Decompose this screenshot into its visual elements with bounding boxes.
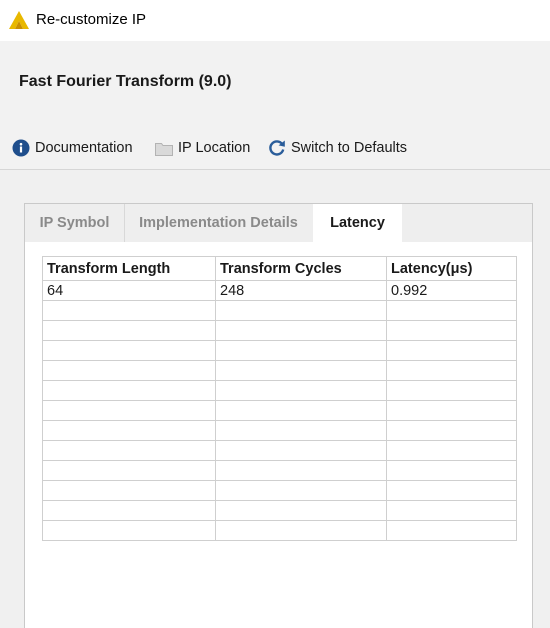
tab-implementation-details[interactable]: Implementation Details [125,204,312,242]
window-titlebar: Re-customize IP [0,0,550,41]
table-cell [215,440,387,461]
table-row[interactable] [42,460,517,481]
table-cell [215,400,387,421]
table-cell [42,480,216,501]
table-row[interactable] [42,420,517,441]
latency-table: Transform Length Transform Cycles Latenc… [42,256,517,541]
table-cell [386,500,517,521]
table-cell [386,520,517,541]
column-header-latency: Latency(μs) [386,256,517,281]
table-cell [215,340,387,361]
window-title: Re-customize IP [36,11,147,28]
table-cell [386,460,517,481]
table-cell [386,480,517,501]
table-cell [215,380,387,401]
table-header-row: Transform Length Transform Cycles Latenc… [42,256,517,281]
table-cell [386,300,517,321]
table-row[interactable] [42,440,517,461]
table-row[interactable] [42,520,517,541]
table-cell [215,460,387,481]
table-cell [215,520,387,541]
table-cell [42,300,216,321]
table-cell [42,460,216,481]
ip-location-button[interactable]: IP Location [155,137,250,159]
latency-panel: IP Symbol Implementation Details Latency… [24,203,533,628]
table-cell [42,520,216,541]
table-cell [386,320,517,341]
table-cell [215,320,387,341]
refresh-icon [269,140,285,156]
column-header-transform-length: Transform Length [42,256,216,281]
folder-icon [155,142,173,156]
table-row[interactable] [42,480,517,501]
table-cell [42,440,216,461]
table-cell [386,440,517,461]
table-cell [42,420,216,441]
content-area: IP Symbol Implementation Details Latency… [0,170,550,628]
table-row[interactable] [42,320,517,341]
table-cell [386,380,517,401]
ip-name: Fast Fourier Transform (9.0) [19,73,232,90]
table-cell [215,480,387,501]
table-row[interactable] [42,380,517,401]
table-cell [386,360,517,381]
table-row[interactable] [42,360,517,381]
table-cell [42,320,216,341]
table-row[interactable] [42,500,517,521]
table-cell [42,380,216,401]
table-cell [386,400,517,421]
table-cell [386,420,517,441]
table-cell [386,340,517,361]
table-cell [42,400,216,421]
ip-header: Fast Fourier Transform (9.0) Documentati… [0,41,550,169]
table-cell [42,500,216,521]
vivado-logo-icon [9,11,29,29]
table-cell [42,360,216,381]
table-row[interactable] [42,400,517,421]
table-cell [42,340,216,361]
table-cell: 0.992 [386,280,517,301]
table-cell: 64 [42,280,216,301]
table-row[interactable] [42,340,517,361]
documentation-label: Documentation [35,140,133,156]
table-row[interactable] [42,300,517,321]
table-cell: 248 [215,280,387,301]
table-cell [215,420,387,441]
table-cell [215,500,387,521]
table-cell [215,360,387,381]
tab-bar: IP Symbol Implementation Details Latency [25,204,532,242]
tab-latency[interactable]: Latency [313,204,402,242]
ip-location-label: IP Location [178,140,251,156]
switch-to-defaults-label: Switch to Defaults [291,140,408,156]
documentation-button[interactable]: Documentation [12,137,133,159]
table-row[interactable]: 64 248 0.992 [42,280,517,301]
column-header-transform-cycles: Transform Cycles [215,256,387,281]
table-cell [215,300,387,321]
info-icon [12,139,30,157]
switch-to-defaults-button[interactable]: Switch to Defaults [268,137,407,159]
tab-ip-symbol[interactable]: IP Symbol [25,204,125,242]
